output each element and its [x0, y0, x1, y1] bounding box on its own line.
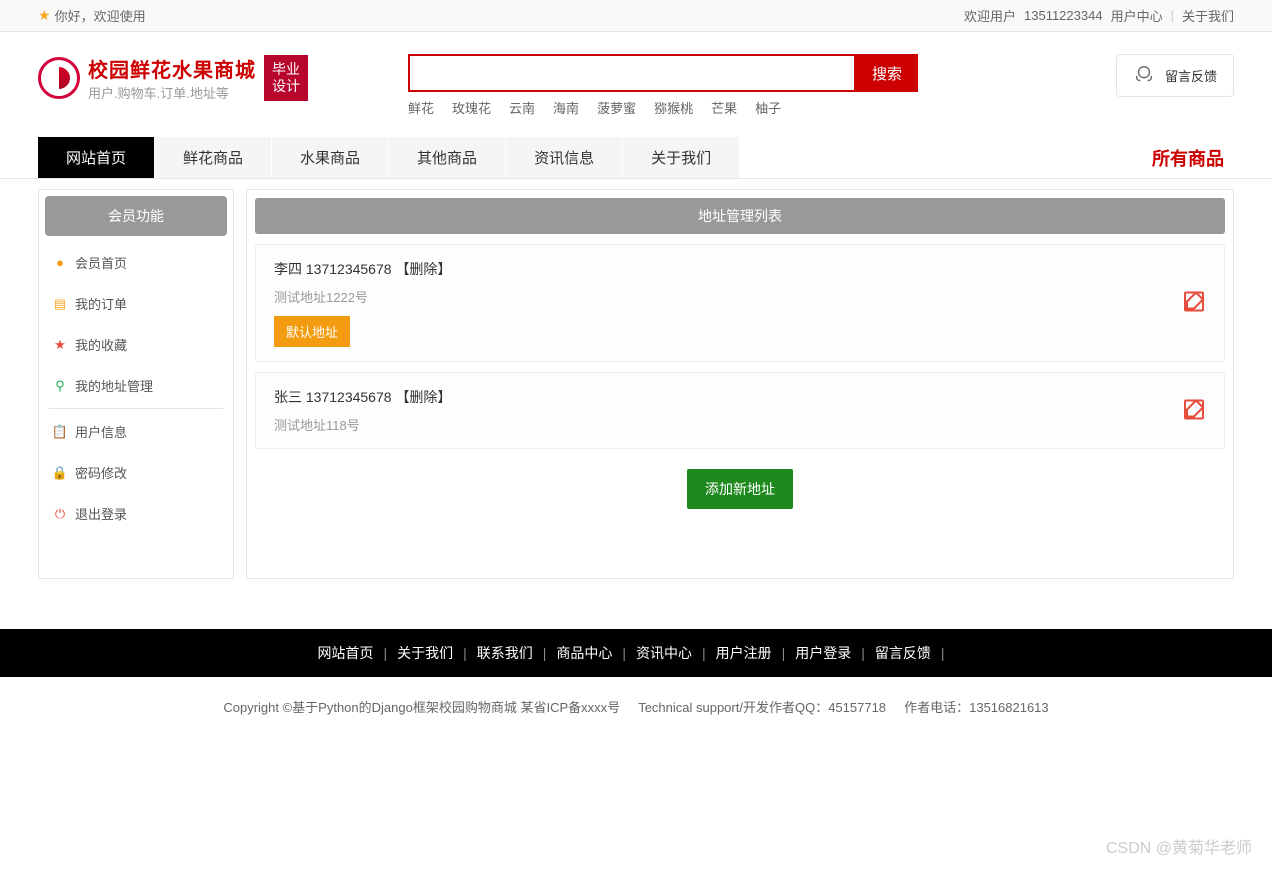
addr-phone: 13712345678	[306, 261, 392, 277]
sidebar-item[interactable]: ⏻ 退出登录	[39, 493, 233, 534]
address-card: 张三 13712345678 【删除】测试地址118号	[255, 372, 1225, 449]
about-link[interactable]: 关于我们	[1182, 6, 1234, 25]
hot-keyword[interactable]: 猕猴桃	[654, 98, 693, 117]
hot-keywords: 鲜花玫瑰花云南海南菠萝蜜猕猴桃芒果柚子	[408, 98, 918, 117]
user-phone: 13511223344	[1024, 8, 1103, 23]
search-button[interactable]: 搜索	[856, 54, 918, 92]
footer-link[interactable]: 关于我们	[397, 645, 453, 661]
hot-keyword[interactable]: 柚子	[755, 98, 781, 117]
sidebar-item-label: 用户信息	[75, 422, 127, 441]
footer-nav: 网站首页|关于我们|联系我们|商品中心|资讯中心|用户注册|用户登录|留言反馈|	[0, 629, 1272, 677]
footer-info: Copyright ©基于Python的Django框架校园购物商城 某省ICP…	[0, 677, 1272, 736]
sidebar-item-label: 我的地址管理	[75, 376, 153, 395]
hot-keyword[interactable]: 云南	[509, 98, 535, 117]
footer-link[interactable]: 资讯中心	[636, 645, 692, 661]
sidebar-item[interactable]: 📋 用户信息	[39, 411, 233, 452]
hot-keyword[interactable]: 菠萝蜜	[597, 98, 636, 117]
logo-subtitle: 用户.购物车.订单.地址等	[88, 83, 256, 102]
welcome-user-label: 欢迎用户	[964, 6, 1016, 25]
edit-icon[interactable]	[1182, 397, 1206, 424]
add-address-button[interactable]: 添加新地址	[687, 469, 793, 509]
footer-link[interactable]: 网站首页	[317, 645, 373, 661]
feedback-button[interactable]: 留言反馈	[1116, 54, 1234, 97]
top-bar: ★ 你好，欢迎使用 欢迎用户 13511223344 用户中心 | 关于我们	[0, 0, 1272, 32]
sidebar-title: 会员功能	[45, 196, 227, 236]
footer-link[interactable]: 商品中心	[556, 645, 612, 661]
author-tel: 作者电话：13516821613	[904, 700, 1049, 715]
topbar-right: 欢迎用户 13511223344 用户中心 | 关于我们	[964, 6, 1234, 25]
sidebar-item-label: 会员首页	[75, 253, 127, 272]
copyright: Copyright ©基于Python的Django框架校园购物商城 某省ICP…	[223, 700, 620, 715]
hot-keyword[interactable]: 玫瑰花	[452, 98, 491, 117]
menu-icon: ●	[53, 256, 67, 270]
footer-link[interactable]: 用户登录	[795, 645, 851, 661]
sidebar-divider	[49, 408, 223, 409]
nav-item[interactable]: 关于我们	[623, 137, 739, 178]
hot-keyword[interactable]: 芒果	[711, 98, 737, 117]
header: 校园鲜花水果商城 用户.购物车.订单.地址等 毕业 设计 搜索 鲜花玫瑰花云南海…	[0, 32, 1272, 127]
footer-link[interactable]: 用户注册	[716, 645, 772, 661]
user-center-link[interactable]: 用户中心	[1111, 6, 1163, 25]
hot-keyword[interactable]: 鲜花	[408, 98, 434, 117]
feedback-label: 留言反馈	[1165, 66, 1217, 85]
addr-phone: 13712345678	[306, 389, 392, 405]
menu-icon: ▤	[53, 297, 67, 311]
delete-link[interactable]: 【删除】	[395, 261, 451, 277]
welcome-text: 你好，欢迎使用	[55, 6, 146, 25]
default-badge[interactable]: 默认地址	[274, 316, 350, 347]
menu-icon: ⏻	[53, 507, 67, 521]
address-header: 李四 13712345678 【删除】	[274, 259, 1206, 279]
address-detail: 测试地址118号	[274, 415, 1206, 434]
nav-item[interactable]: 资讯信息	[506, 137, 622, 178]
content-panel: 地址管理列表 李四 13712345678 【删除】测试地址1222号默认地址张…	[246, 189, 1234, 579]
logo-icon	[38, 57, 80, 99]
nav-item[interactable]: 水果商品	[272, 137, 388, 178]
address-detail: 测试地址1222号	[274, 287, 1206, 306]
divider: |	[1171, 8, 1174, 23]
sidebar-item[interactable]: ▤ 我的订单	[39, 283, 233, 324]
main-area: 会员功能 ● 会员首页 ▤ 我的订单 ★ 我的收藏 ⚲ 我的地址管理 📋 用户信息 🔒 密码修改 ⏻ 退…	[0, 179, 1272, 609]
search-input[interactable]	[408, 54, 856, 92]
tech-support: Technical support/开发作者QQ：45157718	[638, 700, 886, 715]
watermark: CSDN @黄菊华老师	[1106, 834, 1252, 858]
logo-title: 校园鲜花水果商城	[88, 54, 256, 83]
main-nav: 网站首页鲜花商品水果商品其他商品资讯信息关于我们 所有商品	[0, 137, 1272, 179]
addr-name: 张三	[274, 389, 302, 405]
logo-block[interactable]: 校园鲜花水果商城 用户.购物车.订单.地址等 毕业 设计	[38, 54, 308, 102]
footer-link[interactable]: 联系我们	[477, 645, 533, 661]
sidebar-item[interactable]: 🔒 密码修改	[39, 452, 233, 493]
delete-link[interactable]: 【删除】	[395, 389, 451, 405]
nav-item[interactable]: 鲜花商品	[155, 137, 271, 178]
sidebar-item-label: 我的订单	[75, 294, 127, 313]
logo-badge: 毕业 设计	[264, 55, 308, 101]
search-block: 搜索 鲜花玫瑰花云南海南菠萝蜜猕猴桃芒果柚子	[408, 54, 918, 117]
edit-icon[interactable]	[1182, 290, 1206, 317]
sidebar-item-label: 我的收藏	[75, 335, 127, 354]
panel-title: 地址管理列表	[255, 198, 1225, 234]
sidebar-item[interactable]: ● 会员首页	[39, 242, 233, 283]
menu-icon: 🔒	[53, 466, 67, 480]
sidebar-item-label: 密码修改	[75, 463, 127, 482]
address-header: 张三 13712345678 【删除】	[274, 387, 1206, 407]
sidebar: 会员功能 ● 会员首页 ▤ 我的订单 ★ 我的收藏 ⚲ 我的地址管理 📋 用户信息 🔒 密码修改 ⏻ 退…	[38, 189, 234, 579]
topbar-left: ★ 你好，欢迎使用	[38, 6, 146, 25]
hot-keyword[interactable]: 海南	[553, 98, 579, 117]
sidebar-item[interactable]: ★ 我的收藏	[39, 324, 233, 365]
all-goods-link[interactable]: 所有商品	[1152, 145, 1234, 171]
menu-icon: ⚲	[53, 379, 67, 393]
addr-name: 李四	[274, 261, 302, 277]
footer-link[interactable]: 留言反馈	[875, 645, 931, 661]
sidebar-item[interactable]: ⚲ 我的地址管理	[39, 365, 233, 406]
menu-icon: 📋	[53, 425, 67, 439]
nav-item[interactable]: 其他商品	[389, 137, 505, 178]
address-card: 李四 13712345678 【删除】测试地址1222号默认地址	[255, 244, 1225, 362]
headset-icon	[1133, 63, 1155, 88]
menu-icon: ★	[53, 338, 67, 352]
sidebar-item-label: 退出登录	[75, 504, 127, 523]
star-icon: ★	[38, 7, 51, 24]
nav-item[interactable]: 网站首页	[38, 137, 154, 178]
